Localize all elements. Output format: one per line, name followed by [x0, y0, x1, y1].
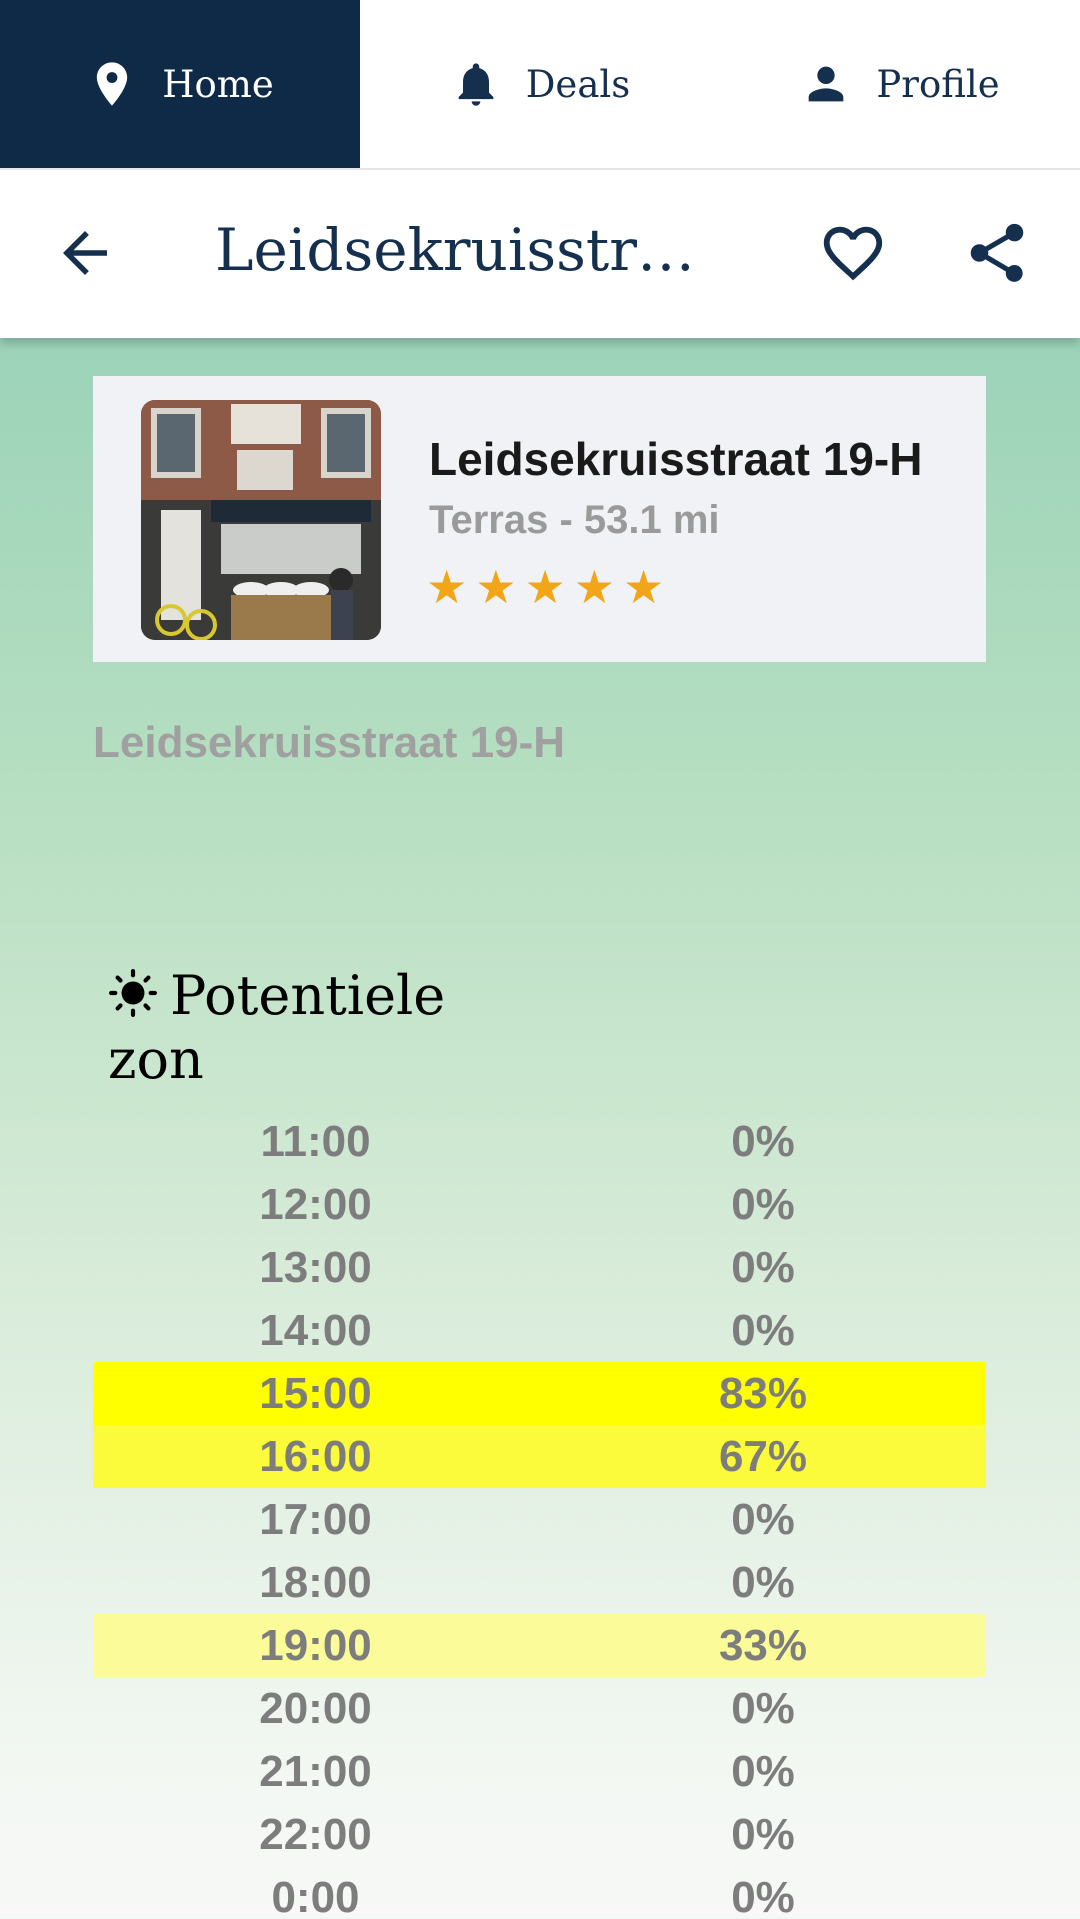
- place-type-distance: Terras - 53.1 mi: [429, 498, 720, 542]
- sun-title-text: Potentiele zon: [108, 964, 446, 1091]
- percent-cell: 0%: [731, 1305, 795, 1355]
- star-icon: ★: [426, 560, 468, 614]
- table-row: 22:00 0%: [93, 1803, 986, 1866]
- page-title: Leidsekruisstraat 19-H: [215, 216, 720, 284]
- location-pin-icon: [97, 62, 128, 106]
- tab-deals-label: Deals: [525, 62, 631, 106]
- table-row: 15:00 83%: [93, 1362, 986, 1425]
- star-icon: ★: [524, 560, 566, 614]
- percent-cell: 0%: [731, 1683, 795, 1733]
- sun-section-title: Potentiele zon: [108, 964, 488, 1092]
- table-row: 13:00 0%: [93, 1236, 986, 1299]
- percent-cell: 0%: [731, 1242, 795, 1292]
- hour-cell: 16:00: [259, 1431, 372, 1481]
- percent-cell: 0%: [731, 1872, 795, 1919]
- tab-home-label: Home: [162, 62, 274, 106]
- star-icon: ★: [573, 560, 615, 614]
- hour-cell: 15:00: [259, 1368, 372, 1418]
- sun-hours-table: 11:00 0% 12:00 0% 13:00 0% 14:00 0% 15:00 83%…: [93, 1110, 986, 1919]
- table-row: 21:00 0%: [93, 1740, 986, 1803]
- table-row: 16:00 67%: [93, 1425, 986, 1488]
- percent-cell: 0%: [731, 1116, 795, 1166]
- bell-icon: [458, 63, 494, 106]
- percent-cell: 33%: [718, 1620, 808, 1670]
- star-icon: ★: [475, 560, 517, 614]
- tab-profile[interactable]: Profile: [720, 0, 1080, 168]
- tab-profile-label: Profile: [876, 62, 1000, 106]
- detail-header: Leidsekruisstraat 19-H: [0, 170, 1080, 338]
- table-row: 0:00 0%: [93, 1866, 986, 1919]
- top-navigation: Home Deals Profile: [0, 0, 1080, 170]
- percent-cell: 67%: [718, 1431, 808, 1481]
- hour-cell: 22:00: [259, 1809, 372, 1859]
- rating-stars: ★ ★ ★ ★ ★: [426, 564, 664, 610]
- sun-icon: [109, 969, 157, 1017]
- tab-deals[interactable]: Deals: [360, 0, 720, 168]
- percent-cell: 0%: [731, 1557, 795, 1607]
- hour-cell: 18:00: [259, 1557, 372, 1607]
- percent-cell: 0%: [731, 1494, 795, 1544]
- hour-cell: 21:00: [259, 1746, 372, 1796]
- hour-cell: 14:00: [259, 1305, 372, 1355]
- percent-cell: 83%: [718, 1368, 808, 1418]
- percent-cell: 0%: [731, 1809, 795, 1859]
- table-row: 14:00 0%: [93, 1299, 986, 1362]
- star-icon: ★: [623, 560, 665, 614]
- hour-cell: 12:00: [259, 1179, 372, 1229]
- hour-cell: 13:00: [259, 1242, 372, 1292]
- hour-cell: 17:00: [259, 1494, 372, 1544]
- table-row: 20:00 0%: [93, 1677, 986, 1740]
- table-row: 17:00 0%: [93, 1488, 986, 1551]
- tab-home[interactable]: Home: [0, 0, 360, 168]
- table-row: 12:00 0%: [93, 1173, 986, 1236]
- table-row: 11:00 0%: [93, 1110, 986, 1173]
- place-photo: [141, 400, 381, 640]
- heart-icon[interactable]: [818, 218, 888, 288]
- percent-cell: 0%: [731, 1746, 795, 1796]
- hour-cell: 0:00: [271, 1872, 360, 1919]
- back-arrow-icon[interactable]: [52, 220, 118, 286]
- place-name: Leidsekruisstraat 19-H: [429, 433, 923, 485]
- address-text: Leidsekruisstraat 19-H: [93, 718, 565, 767]
- place-card[interactable]: Leidsekruisstraat 19-H Terras - 53.1 mi …: [93, 376, 986, 662]
- table-row: 19:00 33%: [93, 1614, 986, 1677]
- percent-cell: 0%: [731, 1179, 795, 1229]
- table-row: 18:00 0%: [93, 1551, 986, 1614]
- hour-cell: 19:00: [259, 1620, 372, 1670]
- hour-cell: 20:00: [259, 1683, 372, 1733]
- person-icon: [809, 66, 844, 102]
- share-icon[interactable]: [962, 218, 1032, 288]
- hour-cell: 11:00: [260, 1116, 371, 1166]
